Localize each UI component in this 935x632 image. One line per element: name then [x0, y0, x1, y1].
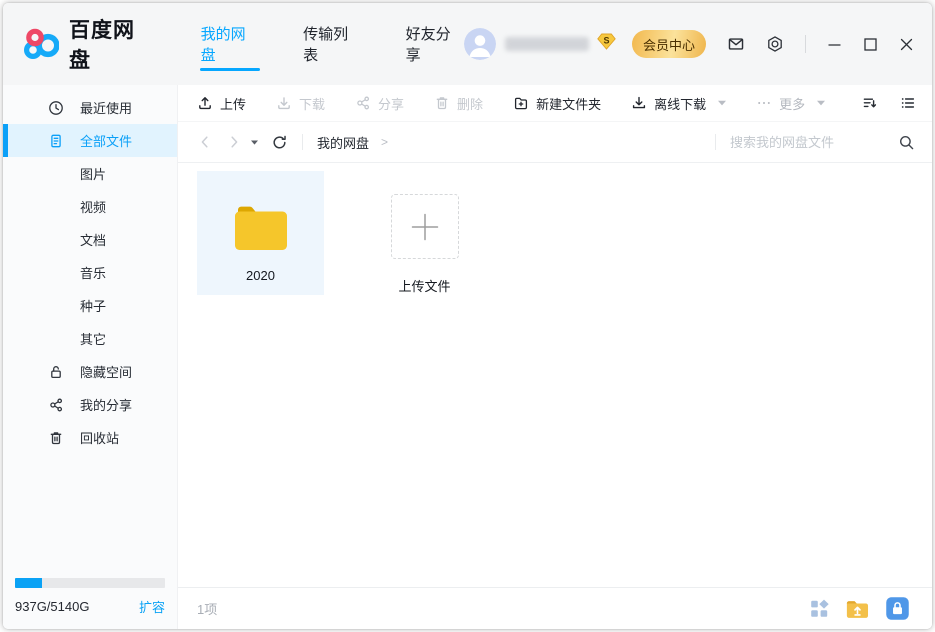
- item-count: 1项: [197, 599, 217, 618]
- upload-icon: [197, 95, 213, 111]
- settings-gear-icon[interactable]: [766, 35, 784, 53]
- statusbar: 1项: [178, 587, 932, 629]
- pathbar-divider: [302, 134, 303, 150]
- sidebar-item-recent[interactable]: 最近使用: [3, 91, 177, 124]
- storage-section: 937G/5140G 扩容: [3, 578, 177, 629]
- message-icon[interactable]: [727, 35, 745, 53]
- searchbox: [701, 134, 915, 151]
- upload-button[interactable]: 上传: [197, 94, 246, 113]
- view-tools: [862, 95, 916, 111]
- main-tabs: 我的网盘 传输列表 好友分享: [201, 3, 464, 85]
- upload-file-tile[interactable]: 上传文件: [361, 171, 488, 295]
- storage-progress-bar: [15, 578, 165, 588]
- sidebar-item-recycle-bin[interactable]: 回收站: [3, 421, 177, 454]
- sidebar-item-torrents[interactable]: 种子: [3, 289, 177, 322]
- app-title: 百度网盘: [69, 14, 155, 74]
- storage-expand-link[interactable]: 扩容: [139, 597, 165, 616]
- search-input[interactable]: [730, 135, 898, 150]
- share-button[interactable]: 分享: [355, 94, 404, 113]
- minimize-button[interactable]: [827, 37, 842, 52]
- username-redacted: [505, 37, 589, 51]
- sidebar-item-documents[interactable]: 文档: [3, 223, 177, 256]
- desktop: 百度网盘 我的网盘 传输列表 好友分享 S 会员中心: [0, 0, 935, 632]
- close-button[interactable]: [899, 37, 914, 52]
- list-view-icon[interactable]: [900, 95, 916, 111]
- user-avatar[interactable]: [464, 28, 496, 60]
- pathbar: 我的网盘 >: [178, 122, 932, 163]
- sidebar-item-hidden-space[interactable]: 隐藏空间: [3, 355, 177, 388]
- offline-download-icon: [631, 95, 647, 111]
- content-area: 上传 下载 分享: [178, 85, 932, 629]
- folder-icon: [229, 184, 293, 267]
- forward-icon[interactable]: [226, 134, 242, 150]
- search-divider: [715, 134, 716, 150]
- file-grid: 2020 上传文件: [178, 163, 932, 587]
- statusbar-icons: [810, 596, 910, 621]
- titlebar: 百度网盘 我的网盘 传输列表 好友分享 S 会员中心: [3, 3, 932, 85]
- app-logo: 百度网盘: [23, 14, 155, 74]
- offline-download-button[interactable]: 离线下载: [631, 94, 726, 113]
- svg-text:S: S: [603, 36, 609, 46]
- tab-friend-share[interactable]: 好友分享: [406, 3, 464, 85]
- header-right: S 会员中心: [464, 28, 914, 60]
- maximize-button[interactable]: [863, 37, 878, 52]
- sidebar: 最近使用 全部文件 图片 视频 文档 音乐 种子 其它: [3, 85, 178, 629]
- delete-button[interactable]: 删除: [434, 94, 483, 113]
- more-dots-icon: [756, 95, 772, 111]
- search-icon[interactable]: [898, 134, 915, 151]
- sort-icon[interactable]: [862, 95, 878, 111]
- main-area: 最近使用 全部文件 图片 视频 文档 音乐 种子 其它: [3, 85, 932, 629]
- share-nodes-icon: [355, 95, 371, 111]
- sidebar-item-videos[interactable]: 视频: [3, 190, 177, 223]
- chevron-down-icon: [718, 100, 726, 106]
- clock-icon: [48, 100, 64, 116]
- folder-plus-icon: [513, 95, 529, 111]
- download-icon: [276, 95, 292, 111]
- back-icon[interactable]: [197, 134, 213, 150]
- mini-apps-grid-icon[interactable]: [810, 599, 830, 619]
- trash-icon: [48, 430, 64, 446]
- trash-icon: [434, 95, 450, 111]
- upload-dropzone[interactable]: [391, 194, 459, 259]
- vip-center-button[interactable]: 会员中心: [632, 30, 706, 58]
- baidu-netdisk-logo-icon: [23, 28, 59, 60]
- share-icon: [48, 397, 64, 413]
- folder-upload-icon[interactable]: [845, 596, 870, 621]
- new-folder-button[interactable]: 新建文件夹: [513, 94, 601, 113]
- sidebar-item-others[interactable]: 其它: [3, 322, 177, 355]
- tab-transfer-list[interactable]: 传输列表: [303, 3, 361, 85]
- svip-badge-icon[interactable]: S: [597, 33, 616, 55]
- refresh-icon[interactable]: [271, 134, 288, 151]
- upload-tile-label: 上传文件: [398, 276, 450, 295]
- sidebar-item-music[interactable]: 音乐: [3, 256, 177, 289]
- history-dropdown-icon[interactable]: [251, 140, 258, 145]
- folder-tile-2020[interactable]: 2020: [197, 171, 324, 295]
- sidebar-item-all-files[interactable]: 全部文件: [3, 124, 177, 157]
- breadcrumb-chevron: >: [381, 135, 388, 149]
- chevron-down-icon: [817, 100, 825, 106]
- hidden-space-lock-icon[interactable]: [885, 596, 910, 621]
- storage-progress-fill: [15, 578, 42, 588]
- sidebar-item-my-shares[interactable]: 我的分享: [3, 388, 177, 421]
- app-window: 百度网盘 我的网盘 传输列表 好友分享 S 会员中心: [3, 3, 932, 629]
- file-list-icon: [48, 133, 64, 149]
- header-divider: [805, 35, 806, 53]
- download-button[interactable]: 下载: [276, 94, 325, 113]
- lock-icon: [48, 364, 64, 380]
- toolbar: 上传 下载 分享: [178, 85, 932, 122]
- tab-my-drive[interactable]: 我的网盘: [201, 3, 259, 85]
- folder-name: 2020: [246, 268, 275, 283]
- storage-usage: 937G/5140G: [15, 599, 89, 614]
- more-button[interactable]: 更多: [756, 94, 825, 113]
- sidebar-item-pictures[interactable]: 图片: [3, 157, 177, 190]
- breadcrumb-root[interactable]: 我的网盘: [317, 133, 369, 152]
- plus-icon: [405, 207, 445, 247]
